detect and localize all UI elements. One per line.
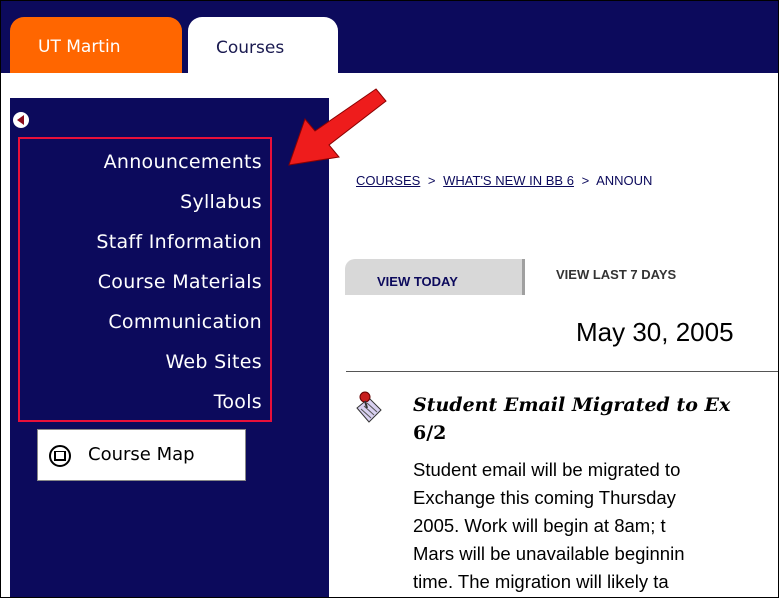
menu-item-syllabus[interactable]: Syllabus — [180, 191, 262, 213]
menu-item-course-materials[interactable]: Course Materials — [98, 271, 262, 293]
book-icon — [49, 445, 71, 467]
course-menu: Announcements Syllabus Staff Information… — [18, 137, 272, 422]
course-map-label: Course Map — [88, 444, 195, 465]
tab-view-today[interactable]: VIEW TODAY — [345, 259, 525, 295]
tab-ut-martin-label: UT Martin — [38, 37, 121, 57]
view-today-label: VIEW TODAY — [377, 274, 458, 289]
menu-item-web-sites[interactable]: Web Sites — [165, 351, 262, 373]
breadcrumb-separator: > — [427, 173, 436, 188]
announcement-subtitle: 6/2 — [413, 422, 447, 444]
breadcrumb-courses-link[interactable]: COURSES — [356, 173, 420, 188]
menu-item-announcements[interactable]: Announcements — [104, 151, 262, 173]
announcement-body-line: Exchange this coming Thursday — [413, 487, 676, 508]
breadcrumb: COURSES > WHAT'S NEW IN BB 6 > ANNOUN — [356, 173, 652, 188]
breadcrumb-separator: > — [581, 173, 590, 188]
announcement-body-line: 2005. Work will begin at 8am; t — [413, 515, 666, 536]
announcement-body-line: Student email will be migrated to — [413, 459, 681, 480]
tab-view-last-7-days[interactable]: VIEW LAST 7 DAYS — [556, 267, 676, 282]
breadcrumb-whats-new-link[interactable]: WHAT'S NEW IN BB 6 — [443, 173, 574, 188]
browser-frame: UT Martin Courses Announcements Syllabus… — [0, 0, 779, 598]
divider — [346, 371, 778, 372]
menu-item-communication[interactable]: Communication — [108, 311, 262, 333]
announcement-pin-icon — [356, 391, 382, 423]
announcement-body-line: time. The migration will likely ta — [413, 571, 669, 592]
breadcrumb-current: ANNOUN — [596, 173, 653, 188]
date-heading: May 30, 2005 — [576, 317, 734, 347]
menu-item-staff-information[interactable]: Staff Information — [96, 231, 262, 253]
tab-courses-label: Courses — [216, 38, 285, 58]
announcement-title: Student Email Migrated to Ex — [413, 394, 731, 416]
announcement-body-line: Mars will be unavailable beginnin — [413, 543, 685, 564]
circle-left-arrow-icon[interactable] — [13, 112, 29, 128]
red-arrow-icon — [288, 88, 387, 166]
tab-courses[interactable]: Courses — [188, 17, 338, 73]
top-header: UT Martin Courses — [1, 1, 778, 73]
course-map-button[interactable]: Course Map — [37, 429, 246, 481]
tab-ut-martin[interactable]: UT Martin — [10, 17, 182, 73]
menu-item-tools[interactable]: Tools — [214, 391, 262, 413]
